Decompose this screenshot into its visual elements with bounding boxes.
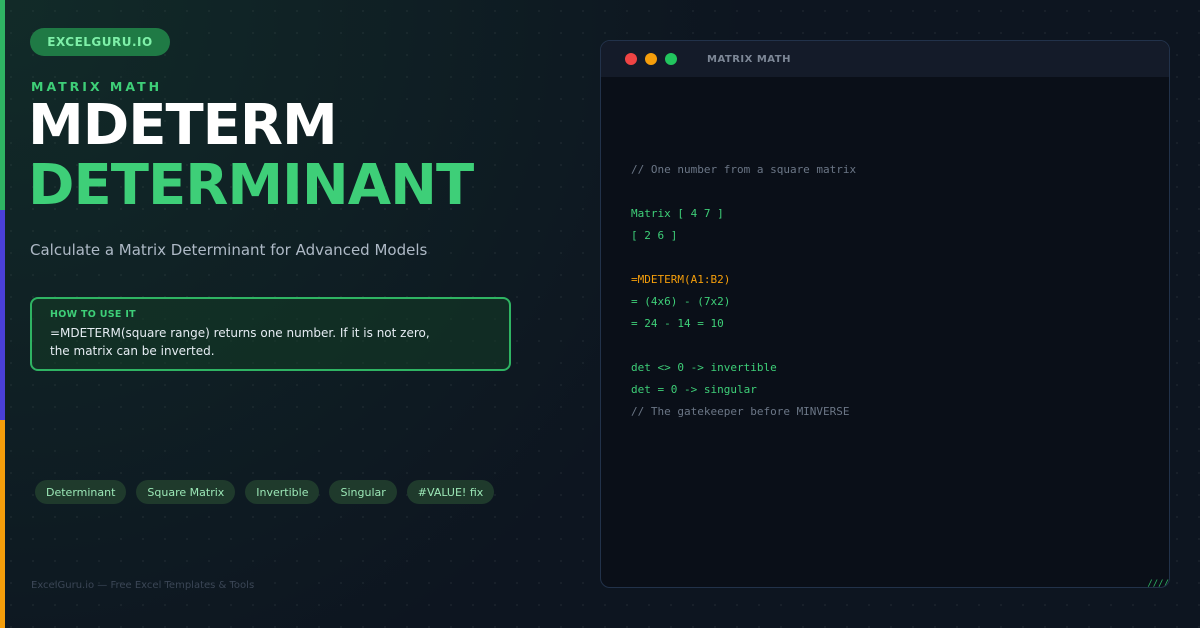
code-line: [ 2 6 ] (631, 229, 678, 242)
tag-determinant[interactable]: Determinant (35, 480, 127, 504)
terminal-corner-mark: //// (1147, 579, 1169, 588)
code-line: det <> 0 -> invertible (631, 361, 777, 374)
tag-list: Determinant Square Matrix Invertible Sin… (35, 480, 495, 504)
code-line: = 24 - 14 = 10 (631, 317, 724, 330)
tag-square-matrix[interactable]: Square Matrix (136, 480, 236, 504)
code-line: Matrix [ 4 7 ] (631, 207, 724, 220)
maximize-dot-icon[interactable] (665, 53, 677, 65)
tag-value-fix[interactable]: #VALUE! fix (406, 480, 495, 504)
close-dot-icon[interactable] (625, 53, 637, 65)
code-line: // The gatekeeper before MINVERSE (631, 405, 850, 418)
terminal-window: MATRIX MATH // One number from a square … (600, 40, 1170, 588)
code-line: =MDETERM(A1:B2) (631, 273, 731, 286)
eyebrow-label: MATRIX MATH (31, 79, 163, 94)
code-line: // One number from a square matrix (631, 163, 857, 176)
tag-invertible[interactable]: Invertible (245, 480, 320, 504)
minimize-dot-icon[interactable] (645, 53, 657, 65)
tag-singular[interactable]: Singular (329, 480, 397, 504)
accent-bar-green (0, 0, 5, 210)
accent-bar-indigo (0, 210, 5, 420)
page-title: MDETERM (28, 93, 338, 158)
footer-text: ExcelGuru.io — Free Excel Templates & To… (31, 580, 255, 591)
accent-bar-orange (0, 420, 5, 628)
how-to-label: HOW TO USE IT (50, 309, 136, 320)
code-block: // One number from a square matrix Matrix… (631, 159, 856, 423)
page-subtitle: Calculate a Matrix Determinant for Advan… (30, 241, 428, 259)
code-line: = (4x6) - (7x2) (631, 295, 731, 308)
brand-pill[interactable]: EXCELGURU.IO (30, 28, 170, 56)
code-line: det = 0 -> singular (631, 383, 757, 396)
page-title-highlight: DETERMINANT (28, 153, 474, 218)
how-to-box: HOW TO USE IT =MDETERM(square range) ret… (30, 297, 511, 371)
how-to-text: =MDETERM(square range) returns one numbe… (50, 326, 430, 358)
terminal-titlebar: MATRIX MATH (601, 41, 1169, 77)
terminal-title: MATRIX MATH (707, 53, 791, 65)
